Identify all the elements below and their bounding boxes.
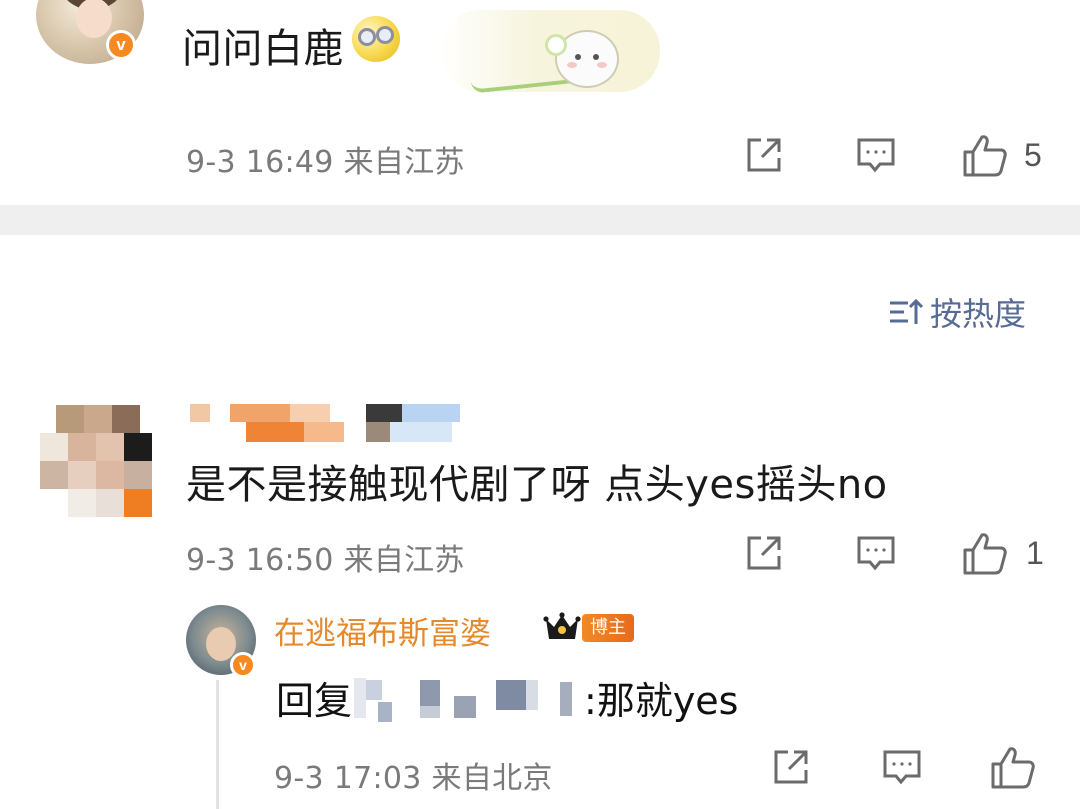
reply-thread-line: [216, 680, 219, 809]
comment-text: 问问白鹿: [182, 26, 344, 72]
crown-icon: [543, 611, 581, 643]
comment-icon[interactable]: [856, 136, 896, 174]
verified-badge-icon: v: [230, 652, 256, 678]
reply-prefix: 回复: [276, 679, 353, 723]
dizzy-face-emoji-icon: [352, 16, 400, 62]
comment-icon[interactable]: [882, 748, 922, 786]
reply-meta: 9-3 17:03 来自北京: [274, 761, 553, 796]
sort-icon: [888, 297, 924, 327]
share-icon[interactable]: [772, 748, 810, 786]
like-count: 5: [1024, 137, 1042, 173]
commenter-avatar[interactable]: [40, 405, 152, 517]
comment-icon[interactable]: [856, 534, 896, 572]
share-icon[interactable]: [745, 136, 783, 174]
avatar-face: [76, 0, 112, 38]
thumbs-up-icon[interactable]: [962, 134, 1008, 178]
redacted-username: [354, 672, 582, 724]
reply-suffix: :那就yes: [584, 679, 739, 723]
commenter-username-redacted[interactable]: [190, 404, 462, 442]
comment-text: 是不是接触现代剧了呀 点头yes摇头no: [186, 462, 888, 508]
section-divider: [0, 205, 1080, 235]
avatar-face: [206, 627, 236, 661]
like-count: 1: [1026, 535, 1044, 571]
verified-badge-icon: v: [106, 30, 136, 60]
reply-text: 回复 :那就yes: [276, 670, 738, 725]
flower-sticker: [545, 34, 567, 56]
blogger-badge: 博主: [582, 614, 634, 642]
sort-label: 按热度: [930, 295, 1027, 333]
thumbs-up-icon[interactable]: [962, 532, 1008, 576]
thumbs-up-icon[interactable]: [990, 746, 1036, 790]
comment-meta: 9-3 16:49 来自江苏: [186, 145, 465, 180]
reply-username[interactable]: 在逃福布斯富婆: [274, 608, 491, 653]
share-icon[interactable]: [745, 534, 783, 572]
sort-by-hot-button[interactable]: 按热度: [888, 290, 1026, 334]
comment-meta: 9-3 16:50 来自江苏: [186, 543, 465, 578]
